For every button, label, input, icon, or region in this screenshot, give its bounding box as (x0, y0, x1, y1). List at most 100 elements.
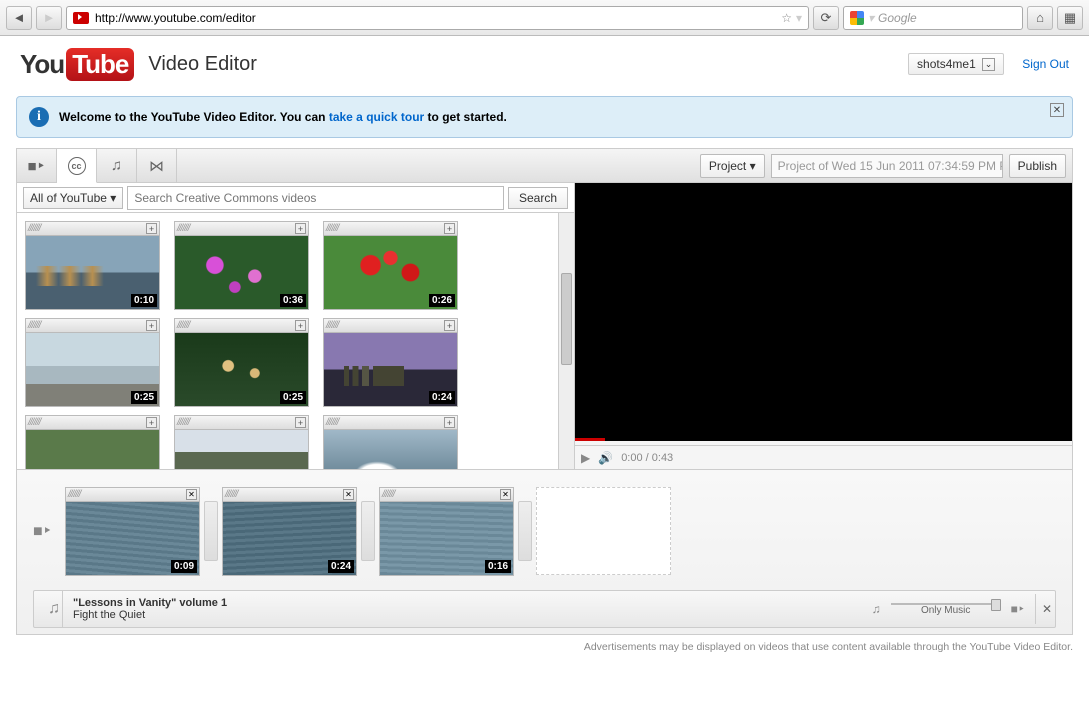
publish-button[interactable]: Publish (1009, 154, 1066, 178)
url-input[interactable] (95, 11, 775, 25)
remove-audio-button[interactable]: ✕ (1035, 594, 1055, 624)
add-clip-button[interactable]: + (444, 320, 455, 331)
library-clip[interactable]: /////// + (174, 415, 309, 469)
remove-clip-button[interactable]: ✕ (500, 489, 511, 500)
editor-toolbar: ■‣ cc ♫ ⋈ Project ▾ Project of Wed 15 Ju… (17, 149, 1072, 183)
tab-my-videos[interactable]: ■‣ (17, 149, 57, 182)
logo-tube: Tube (66, 48, 134, 81)
drag-grip-icon[interactable]: /////// (326, 417, 338, 428)
preview-controls: ▶ 🔊 0:00 / 0:43 (575, 445, 1072, 469)
tabs-button[interactable]: ▦ (1057, 6, 1083, 30)
add-clip-button[interactable]: + (444, 417, 455, 428)
library-clip[interactable]: /////// +0:25 (174, 318, 309, 407)
clip-thumbnail[interactable]: 0:36 (174, 235, 309, 310)
drag-grip-icon[interactable]: /////// (28, 417, 40, 428)
add-clip-button[interactable]: + (444, 223, 455, 234)
home-button[interactable]: ⌂ (1027, 6, 1053, 30)
clip-duration: 0:10 (131, 294, 157, 307)
library-search-input[interactable] (127, 186, 504, 210)
clip-thumbnail[interactable]: 0:25 (25, 332, 160, 407)
tab-audio[interactable]: ♫ (97, 149, 137, 182)
library-clip[interactable]: /////// + (25, 415, 160, 469)
clip-thumbnail[interactable]: 0:10 (25, 235, 160, 310)
transition-slot[interactable] (518, 501, 532, 561)
search-scope-button[interactable]: All of YouTube ▾ (23, 187, 123, 209)
clip-duration: 0:24 (429, 391, 455, 404)
add-clip-button[interactable]: + (295, 320, 306, 331)
library-clip[interactable]: /////// +0:36 (174, 221, 309, 310)
chevron-down-icon: ⌄ (982, 58, 996, 71)
notice-text-pre: Welcome to the YouTube Video Editor. You… (59, 110, 329, 124)
timeline-clip[interactable]: /////// ✕0:09 (65, 487, 200, 576)
drag-grip-icon[interactable]: /////// (326, 320, 338, 331)
welcome-notice: i Welcome to the YouTube Video Editor. Y… (16, 96, 1073, 138)
youtube-logo[interactable]: You Tube (20, 48, 134, 81)
library-clip[interactable]: /////// +0:10 (25, 221, 160, 310)
tab-creative-commons[interactable]: cc (57, 149, 97, 183)
drag-grip-icon[interactable]: /////// (225, 489, 237, 500)
drag-grip-icon[interactable]: /////// (177, 320, 189, 331)
notice-close-button[interactable]: ✕ (1050, 103, 1064, 117)
drag-grip-icon[interactable]: /////// (68, 489, 80, 500)
browser-search-box[interactable]: ▾ Google (843, 6, 1023, 30)
library-clip[interactable]: /////// +0:24 (323, 318, 458, 407)
add-clip-button[interactable]: + (295, 417, 306, 428)
audio-artist: Fight the Quiet (73, 609, 227, 621)
audio-mix-slider[interactable] (891, 603, 1001, 605)
library-clip[interactable]: /////// + (323, 415, 458, 469)
add-clip-button[interactable]: + (146, 417, 157, 428)
timeline-clip[interactable]: /////// ✕0:24 (222, 487, 357, 576)
forward-button[interactable]: ► (36, 6, 62, 30)
tour-link[interactable]: take a quick tour (329, 110, 424, 124)
footer-disclaimer: Advertisements may be displayed on video… (0, 635, 1089, 661)
clip-thumbnail[interactable] (323, 429, 458, 469)
google-icon (850, 11, 864, 25)
bookmark-star-icon[interactable]: ☆ (781, 11, 792, 25)
remove-clip-button[interactable]: ✕ (343, 489, 354, 500)
search-button[interactable]: Search (508, 187, 568, 209)
drag-grip-icon[interactable]: /////// (177, 417, 189, 428)
audio-note-icon: ♫ (872, 602, 881, 616)
clip-duration: 0:25 (280, 391, 306, 404)
clip-thumbnail[interactable]: 0:25 (174, 332, 309, 407)
timeline-clip[interactable]: /////// ✕0:16 (379, 487, 514, 576)
clip-thumbnail[interactable] (174, 429, 309, 469)
library-clip[interactable]: /////// +0:25 (25, 318, 160, 407)
timeline-drop-zone[interactable] (536, 487, 671, 575)
video-preview[interactable] (575, 183, 1072, 441)
search-placeholder: Google (878, 11, 917, 25)
clip-thumbnail[interactable]: 0:24 (323, 332, 458, 407)
add-clip-button[interactable]: + (146, 223, 157, 234)
volume-button[interactable]: 🔊 (598, 451, 613, 465)
drag-grip-icon[interactable]: /////// (177, 223, 189, 234)
tab-transitions[interactable]: ⋈ (137, 149, 177, 182)
clip-thumbnail[interactable] (25, 429, 160, 469)
clip-thumbnail[interactable]: 0:09 (65, 501, 200, 576)
clip-thumbnail[interactable]: 0:16 (379, 501, 514, 576)
library-clip[interactable]: /////// +0:26 (323, 221, 458, 310)
transition-slot[interactable] (361, 501, 375, 561)
sign-out-link[interactable]: Sign Out (1022, 57, 1069, 71)
transition-slot[interactable] (204, 501, 218, 561)
timeline-clips[interactable]: ///////✕0:09///////✕0:24///////✕0:16 (65, 487, 671, 576)
address-bar[interactable]: ☆ ▾ (66, 6, 809, 30)
drag-grip-icon[interactable]: /////// (382, 489, 394, 500)
user-menu-button[interactable]: shots4me1 ⌄ (908, 53, 1004, 75)
drag-grip-icon[interactable]: /////// (326, 223, 338, 234)
play-button[interactable]: ▶ (581, 451, 590, 465)
clip-grid: ///////+0:10///////+0:36///////+0:26////… (17, 213, 558, 469)
drag-grip-icon[interactable]: /////// (28, 223, 40, 234)
library-scrollbar[interactable] (558, 213, 574, 469)
page-title: Video Editor (148, 53, 257, 76)
clip-thumbnail[interactable]: 0:24 (222, 501, 357, 576)
add-clip-button[interactable]: + (295, 223, 306, 234)
project-name-field[interactable]: Project of Wed 15 Jun 2011 07:34:59 PM P (771, 154, 1003, 178)
reload-button[interactable]: ⟳ (813, 6, 839, 30)
project-menu-button[interactable]: Project ▾ (700, 154, 765, 178)
music-note-icon: ♫ (111, 157, 122, 174)
back-button[interactable]: ◄ (6, 6, 32, 30)
drag-grip-icon[interactable]: /////// (28, 320, 40, 331)
clip-thumbnail[interactable]: 0:26 (323, 235, 458, 310)
remove-clip-button[interactable]: ✕ (186, 489, 197, 500)
add-clip-button[interactable]: + (146, 320, 157, 331)
